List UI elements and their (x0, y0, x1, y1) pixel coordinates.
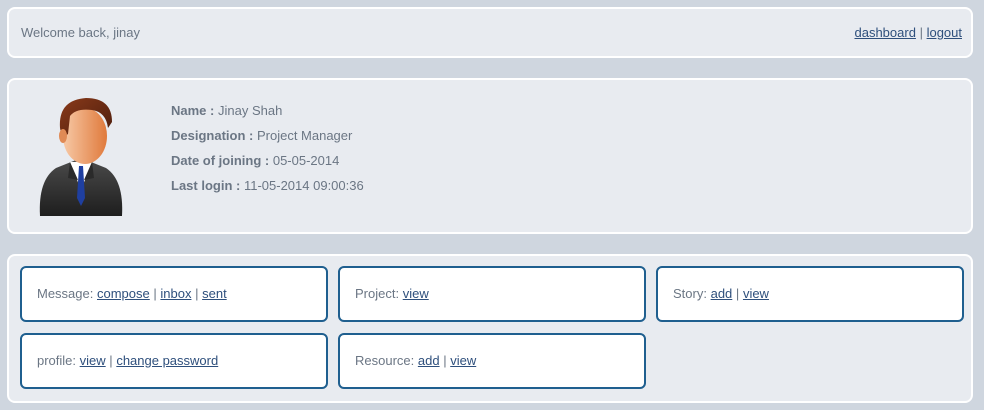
profile-view-link[interactable]: view (80, 353, 106, 368)
change-password-link[interactable]: change password (116, 353, 218, 368)
user-avatar-icon (39, 98, 123, 216)
link-separator: | (109, 353, 113, 368)
profile-panel: Name : Jinay Shah Designation : Project … (7, 78, 973, 234)
link-separator: | (443, 353, 447, 368)
compose-link[interactable]: compose (97, 286, 150, 301)
link-separator: | (919, 25, 923, 40)
profile-label: profile: (37, 353, 77, 368)
story-add-link[interactable]: add (711, 286, 733, 301)
name-value: Jinay Shah (217, 103, 283, 118)
project-label: Project: (355, 286, 400, 301)
resource-label: Resource: (355, 353, 415, 368)
name-label: Name : (171, 103, 215, 118)
resource-card: Resource: add | view (338, 333, 646, 389)
last-login-value: 11-05-2014 09:00:36 (243, 178, 364, 193)
logout-link[interactable]: logout (927, 25, 962, 40)
project-card: Project: view (338, 266, 646, 322)
sent-link[interactable]: sent (202, 286, 227, 301)
message-card: Message: compose | inbox | sent (20, 266, 328, 322)
story-card: Story: add | view (656, 266, 964, 322)
dashboard-link[interactable]: dashboard (854, 25, 915, 40)
joining-date-label: Date of joining : (171, 153, 270, 168)
name-row: Name : Jinay Shah (171, 98, 364, 123)
welcome-text: Welcome back, jinay (21, 25, 140, 40)
top-links: dashboard | logout (854, 25, 962, 40)
story-view-link[interactable]: view (743, 286, 769, 301)
joining-date-value: 05-05-2014 (272, 153, 340, 168)
designation-value: Project Manager (256, 128, 353, 143)
project-view-link[interactable]: view (403, 286, 429, 301)
resource-add-link[interactable]: add (418, 353, 440, 368)
resource-view-link[interactable]: view (450, 353, 476, 368)
link-separator: | (195, 286, 199, 301)
header-panel: Welcome back, jinay dashboard | logout (7, 7, 973, 58)
link-separator: | (153, 286, 157, 301)
inbox-link[interactable]: inbox (160, 286, 191, 301)
story-label: Story: (673, 286, 707, 301)
link-separator: | (735, 286, 740, 301)
actions-panel: Message: compose | inbox | sent Project:… (7, 254, 973, 403)
joining-date-row: Date of joining : 05-05-2014 (171, 148, 364, 173)
message-label: Message: (37, 286, 94, 301)
designation-label: Designation : (171, 128, 254, 143)
last-login-label: Last login : (171, 178, 241, 193)
profile-info: Name : Jinay Shah Designation : Project … (171, 98, 364, 198)
designation-row: Designation : Project Manager (171, 123, 364, 148)
profile-card: profile: view | change password (20, 333, 328, 389)
last-login-row: Last login : 11-05-2014 09:00:36 (171, 173, 364, 198)
